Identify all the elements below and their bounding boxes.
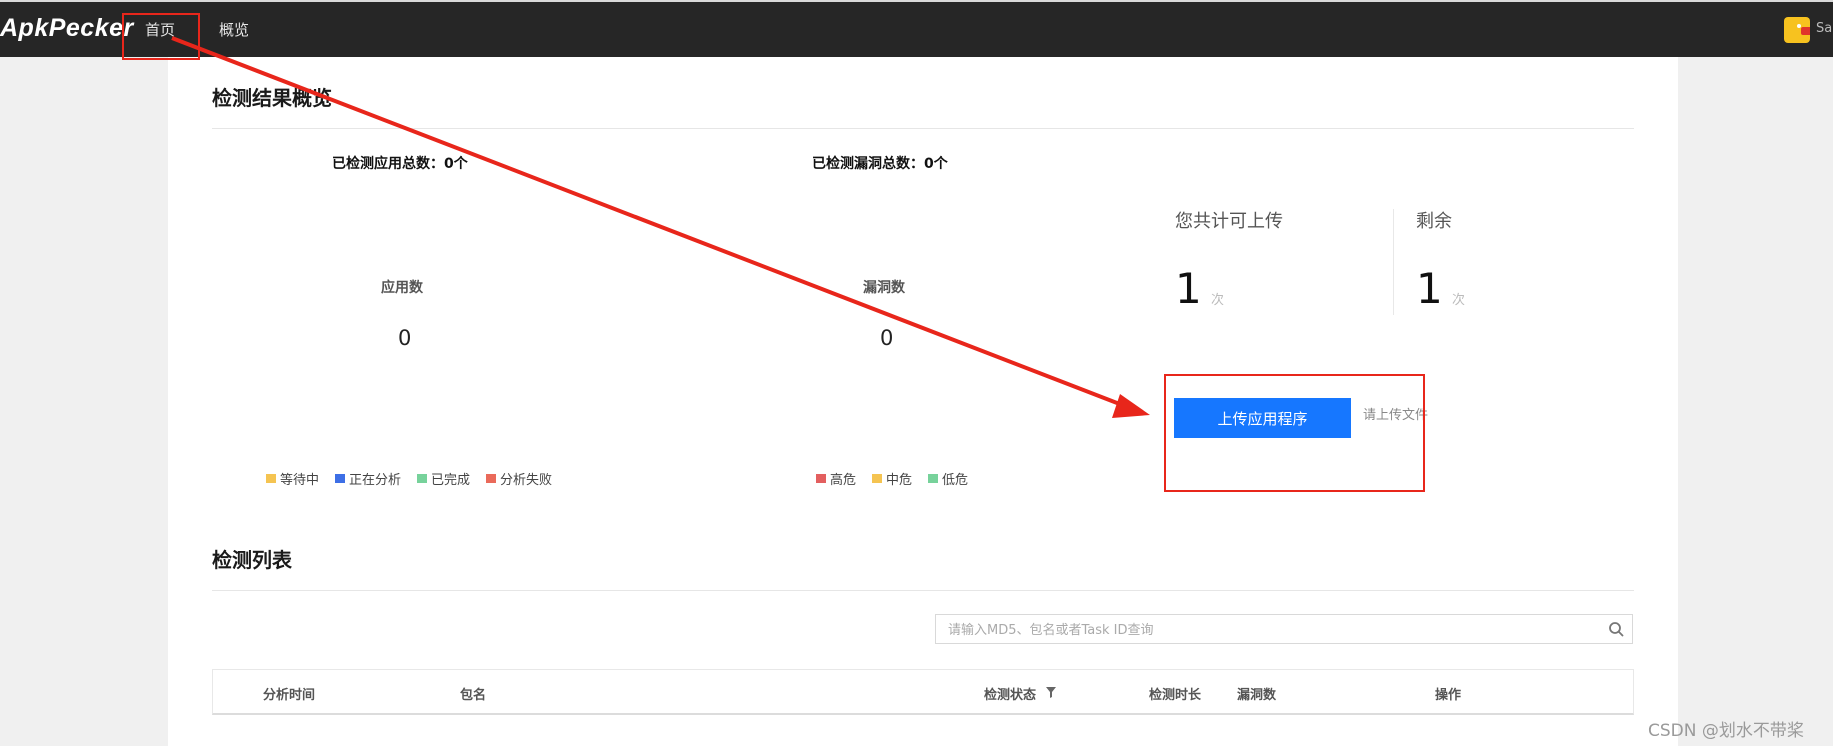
legend-label-medium[interactable]: 中危: [886, 469, 912, 488]
legend-swatch-analyzing: [335, 474, 346, 483]
quota-remaining-value: 1: [1416, 264, 1443, 313]
legend-label-analyzing[interactable]: 正在分析: [349, 469, 401, 488]
legend-swatch-high: [816, 474, 826, 483]
vuln-chart-title: 漏洞数: [863, 280, 905, 296]
col-package-name[interactable]: 包名: [460, 684, 486, 703]
top-navbar: ApkPecker 首页 概览 Sa: [0, 0, 1833, 57]
overview-divider: [212, 128, 1634, 129]
avatar[interactable]: [1784, 17, 1810, 43]
legend-swatch-medium: [872, 474, 883, 483]
legend-swatch-low: [928, 474, 939, 483]
app-status-legend: 等待中 正在分析 已完成 分析失败: [266, 469, 568, 488]
app-chart-value: 0: [398, 326, 412, 350]
legend-label-failed[interactable]: 分析失败: [500, 469, 552, 488]
search-input[interactable]: [946, 620, 1590, 640]
col-actions: 操作: [1435, 688, 1462, 703]
legend-swatch-failed: [486, 474, 497, 483]
col-detection-duration[interactable]: 检测时长: [1149, 684, 1201, 703]
app-logo[interactable]: ApkPecker: [0, 14, 134, 43]
filter-icon[interactable]: [1046, 687, 1056, 698]
search-icon[interactable]: [1608, 621, 1624, 637]
app-chart-title: 应用数: [381, 280, 423, 296]
list-divider: [212, 590, 1634, 591]
nav-home[interactable]: 首页: [145, 19, 175, 40]
legend-swatch-waiting: [266, 474, 276, 483]
quota-separator: [1393, 209, 1394, 315]
search-box[interactable]: [935, 614, 1633, 644]
legend-swatch-completed: [417, 474, 428, 483]
quota-total-value: 1: [1175, 264, 1202, 313]
watermark: CSDN @划水不带桨: [1648, 721, 1804, 741]
legend-label-high[interactable]: 高危: [830, 469, 856, 488]
quota-remaining-label: 剩余: [1416, 211, 1452, 232]
quota-remaining-unit: 次: [1452, 293, 1466, 308]
upload-app-button[interactable]: 上传应用程序: [1174, 398, 1351, 438]
legend-label-completed[interactable]: 已完成: [431, 469, 470, 488]
quota-total-label: 您共计可上传: [1175, 211, 1283, 232]
upload-hint: 请上传文件: [1363, 408, 1429, 423]
col-analysis-time[interactable]: 分析时间: [263, 684, 315, 703]
vuln-chart-value: 0: [880, 326, 894, 350]
col-detection-status[interactable]: 检测状态: [984, 684, 1036, 703]
table-header: 分析时间 包名 检测状态 检测时长 漏洞数 操作: [212, 669, 1634, 715]
detection-list-title: 检测列表: [212, 548, 292, 572]
nav-overview[interactable]: 概览: [219, 19, 249, 40]
quota-total-unit: 次: [1211, 293, 1225, 308]
vulns-total-stat: 已检测漏洞总数：0个: [812, 156, 948, 172]
vuln-level-legend: 高危 中危 低危: [816, 469, 984, 488]
legend-label-low[interactable]: 低危: [942, 469, 968, 488]
apps-total-stat: 已检测应用总数：0个: [332, 156, 468, 172]
legend-label-waiting[interactable]: 等待中: [280, 469, 319, 488]
overview-title: 检测结果概览: [212, 86, 332, 110]
avatar-mouth: [1801, 27, 1810, 35]
username[interactable]: Sa: [1816, 21, 1832, 36]
col-vuln-count[interactable]: 漏洞数: [1237, 684, 1276, 703]
